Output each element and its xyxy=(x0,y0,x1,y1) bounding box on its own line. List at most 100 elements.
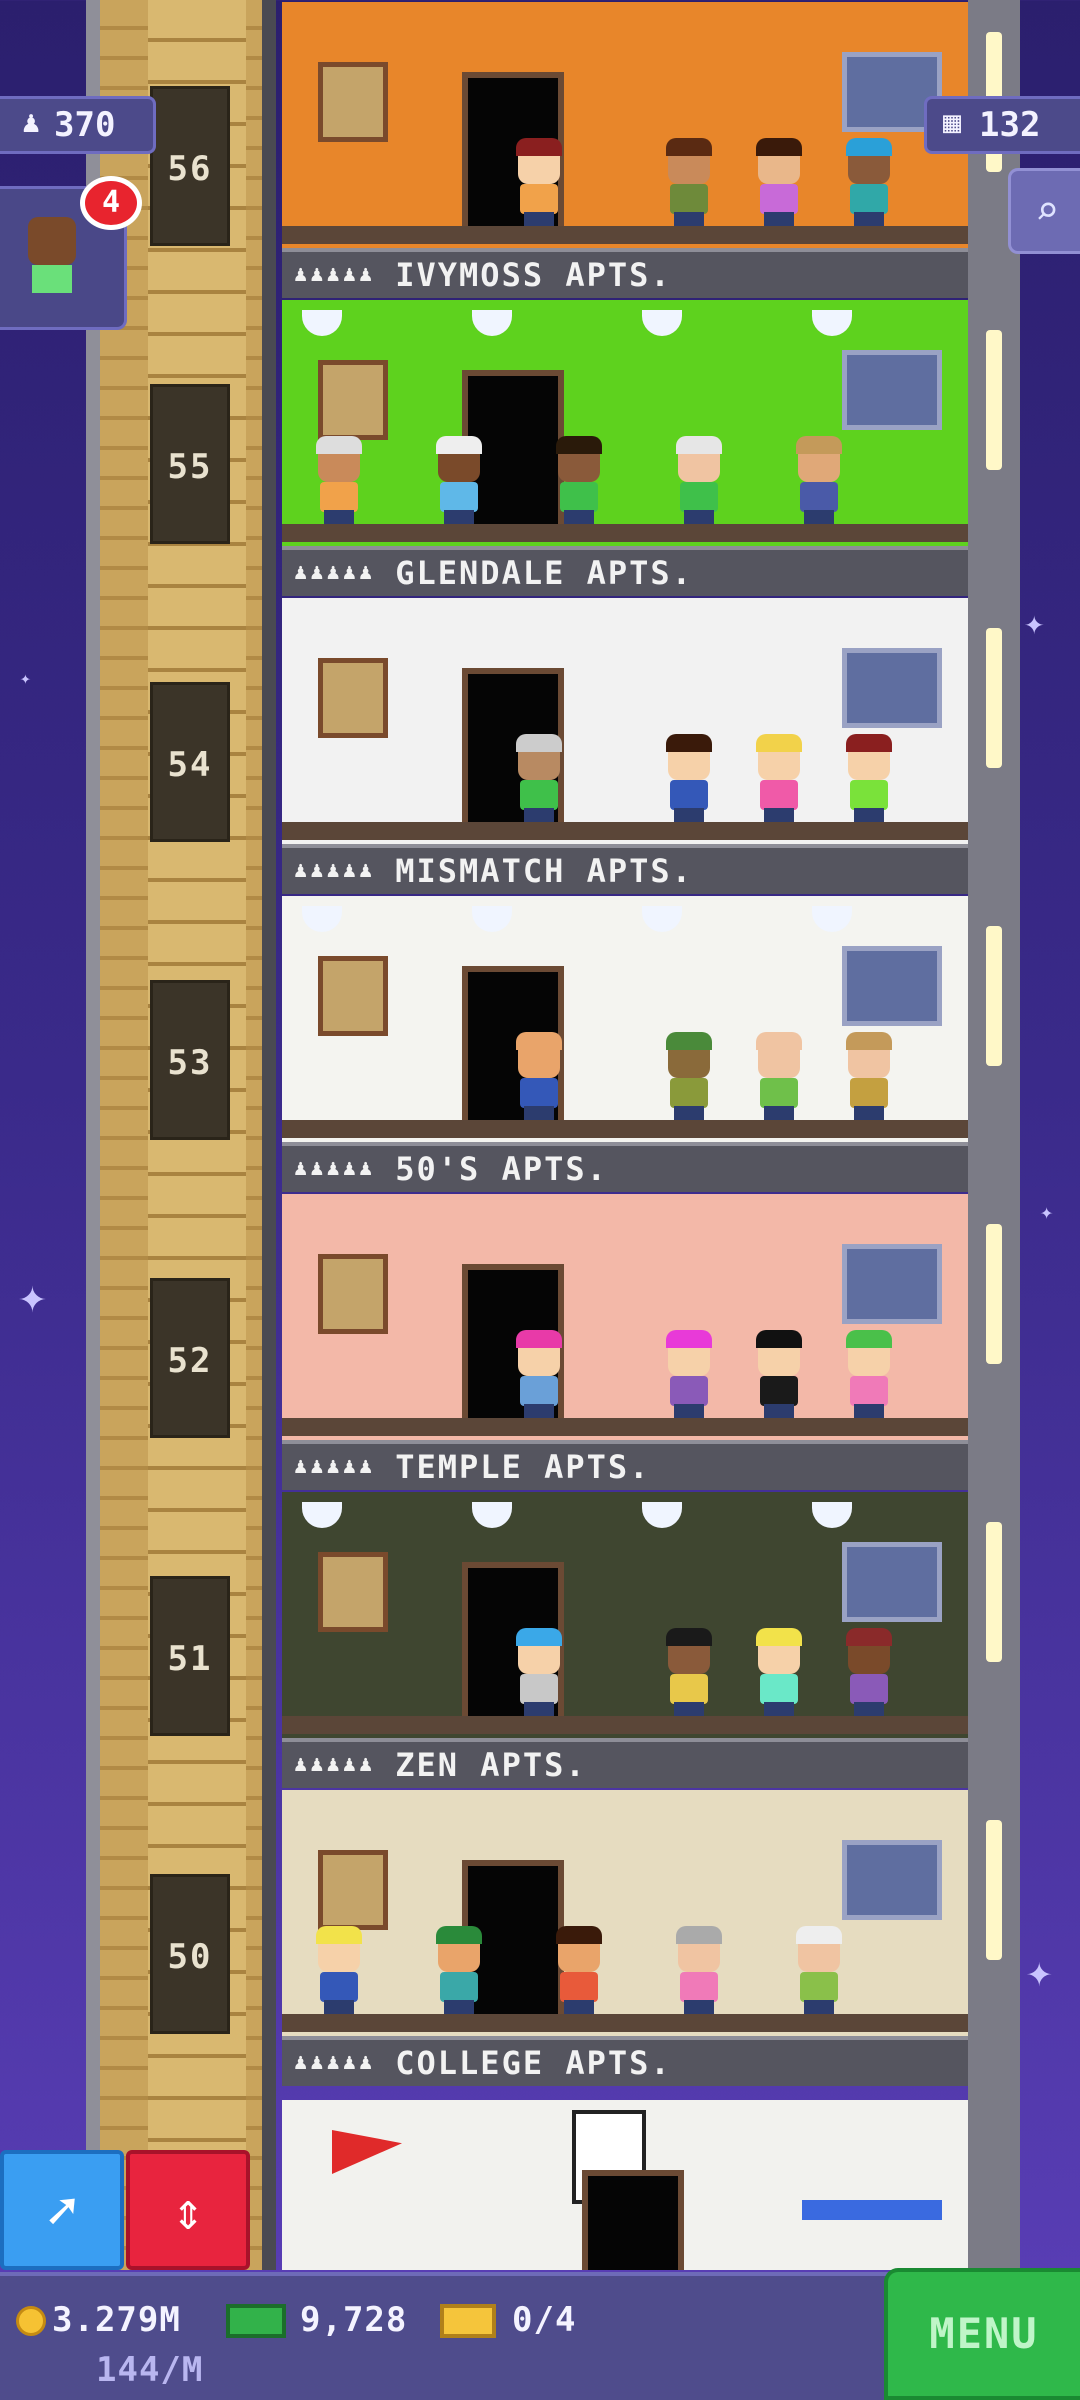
elevator-button[interactable]: ⇕ xyxy=(126,2150,250,2270)
floor-50[interactable]: ♟♟♟♟♟ COLLEGE APTS. xyxy=(282,1790,968,2090)
floor-53[interactable]: ♟♟♟♟♟ 50'S APTS. xyxy=(282,896,968,1196)
window xyxy=(842,1840,942,1920)
wall-picture xyxy=(318,62,388,142)
floorboard xyxy=(282,1418,968,1436)
floor-51[interactable]: ♟♟♟♟♟ ZEN APTS. xyxy=(282,1492,968,1792)
resident-slots-icon: ♟♟♟♟♟ xyxy=(294,1752,376,1777)
resident[interactable] xyxy=(752,1628,806,1716)
floor-number-plate: 53 xyxy=(150,980,230,1140)
resident[interactable] xyxy=(792,436,846,524)
paint-brush-icon: ➚ xyxy=(46,2182,78,2242)
floor-52[interactable]: ♟♟♟♟♟ TEMPLE APTS. xyxy=(282,1194,968,1494)
floor-name-label[interactable]: ♟♟♟♟♟ GLENDALE APTS. xyxy=(282,546,968,596)
floor-55[interactable]: ♟♟♟♟♟ GLENDALE APTS. xyxy=(282,300,968,600)
search-button[interactable]: ⌕ xyxy=(1008,168,1080,254)
tower-light xyxy=(986,1224,1002,1364)
star-icon: ✦ xyxy=(1024,603,1045,643)
resident[interactable] xyxy=(312,1926,366,2014)
floor-name-label[interactable]: ♟♟♟♟♟ IVYMOSS APTS. xyxy=(282,248,968,298)
resident[interactable] xyxy=(752,734,806,822)
resident[interactable] xyxy=(662,1628,716,1716)
wall-picture xyxy=(318,1850,388,1930)
floors-counter[interactable]: ▦ 132 xyxy=(924,96,1080,154)
ceiling-lamp xyxy=(472,1502,512,1528)
resident[interactable] xyxy=(312,436,366,524)
floor-number-plate: 52 xyxy=(150,1278,230,1438)
resident[interactable] xyxy=(752,138,806,226)
ceiling-lamp xyxy=(302,906,342,932)
wall-picture xyxy=(318,360,388,440)
pennant-flag xyxy=(332,2130,402,2174)
resident[interactable] xyxy=(512,1628,566,1716)
resident[interactable] xyxy=(842,1330,896,1418)
coin-icon xyxy=(16,2306,46,2336)
floor-name-label[interactable]: ♟♟♟♟♟ TEMPLE APTS. xyxy=(282,1440,968,1490)
floor-number-plate: 54 xyxy=(150,682,230,842)
tower-light xyxy=(986,1820,1002,1960)
resident[interactable] xyxy=(672,1926,726,2014)
resident[interactable] xyxy=(552,1926,606,2014)
floor-name-label[interactable]: ♟♟♟♟♟ COLLEGE APTS. xyxy=(282,2036,968,2086)
floor-name-label[interactable]: ♟♟♟♟♟ 50'S APTS. xyxy=(282,1142,968,1192)
floorboard xyxy=(282,822,968,840)
room-interior xyxy=(282,598,968,844)
tower-light xyxy=(986,926,1002,1066)
resident[interactable] xyxy=(842,1628,896,1716)
ceiling-lamp xyxy=(472,906,512,932)
resident[interactable] xyxy=(842,1032,896,1120)
visitor-avatar xyxy=(22,217,82,307)
resident[interactable] xyxy=(432,436,486,524)
ceiling-lamp xyxy=(642,310,682,336)
resident[interactable] xyxy=(662,1032,716,1120)
resident-slots-icon: ♟♟♟♟♟ xyxy=(294,2050,376,2075)
wall-picture xyxy=(318,1552,388,1632)
menu-button[interactable]: MENU xyxy=(884,2268,1080,2400)
floorboard xyxy=(282,2014,968,2032)
resident[interactable] xyxy=(662,734,716,822)
floor-name: COLLEGE APTS. xyxy=(395,2044,672,2082)
resident[interactable] xyxy=(512,734,566,822)
resident[interactable] xyxy=(662,1330,716,1418)
elevator-rail xyxy=(262,0,276,2270)
resident-slots-icon: ♟♟♟♟♟ xyxy=(294,1454,376,1479)
resident-slots-icon: ♟♟♟♟♟ xyxy=(294,858,376,883)
population-counter[interactable]: ♟ 370 xyxy=(0,96,156,154)
tower-light xyxy=(986,628,1002,768)
resident-slots-icon: ♟♟♟♟♟ xyxy=(294,262,376,287)
build-button[interactable]: ➚ xyxy=(0,2150,124,2270)
tower-light xyxy=(986,1522,1002,1662)
window xyxy=(842,1542,942,1622)
star-icon: ✦ xyxy=(20,668,31,689)
resident[interactable] xyxy=(842,138,896,226)
floor-56[interactable]: ♟♟♟♟♟ IVYMOSS APTS. xyxy=(282,2,968,302)
floor-name: 50'S APTS. xyxy=(395,1150,608,1188)
floor-49-partial[interactable] xyxy=(282,2100,968,2270)
floor-name: GLENDALE APTS. xyxy=(395,554,693,592)
resident[interactable] xyxy=(432,1926,486,2014)
resident[interactable] xyxy=(792,1926,846,2014)
person-icon: ♟ xyxy=(22,105,41,140)
star-icon: ✦ xyxy=(1026,1946,1053,1997)
resident-slots-icon: ♟♟♟♟♟ xyxy=(294,1156,376,1181)
floor-54[interactable]: ♟♟♟♟♟ MISMATCH APTS. xyxy=(282,598,968,898)
door xyxy=(582,2170,684,2270)
tower-right-wall xyxy=(968,0,1020,2270)
resident[interactable] xyxy=(672,436,726,524)
wall-picture xyxy=(318,658,388,738)
resident[interactable] xyxy=(662,138,716,226)
resident[interactable] xyxy=(512,1032,566,1120)
resident[interactable] xyxy=(552,436,606,524)
resident[interactable] xyxy=(842,734,896,822)
floorboard xyxy=(282,524,968,542)
floor-name: IVYMOSS APTS. xyxy=(395,256,672,294)
floor-name-label[interactable]: ♟♟♟♟♟ MISMATCH APTS. xyxy=(282,844,968,894)
room-interior xyxy=(282,300,968,546)
tower-light xyxy=(986,330,1002,470)
room-interior xyxy=(282,896,968,1142)
floorboard xyxy=(282,226,968,244)
floor-name-label[interactable]: ♟♟♟♟♟ ZEN APTS. xyxy=(282,1738,968,1788)
resident[interactable] xyxy=(752,1032,806,1120)
resident[interactable] xyxy=(752,1330,806,1418)
resident[interactable] xyxy=(512,1330,566,1418)
resident[interactable] xyxy=(512,138,566,226)
